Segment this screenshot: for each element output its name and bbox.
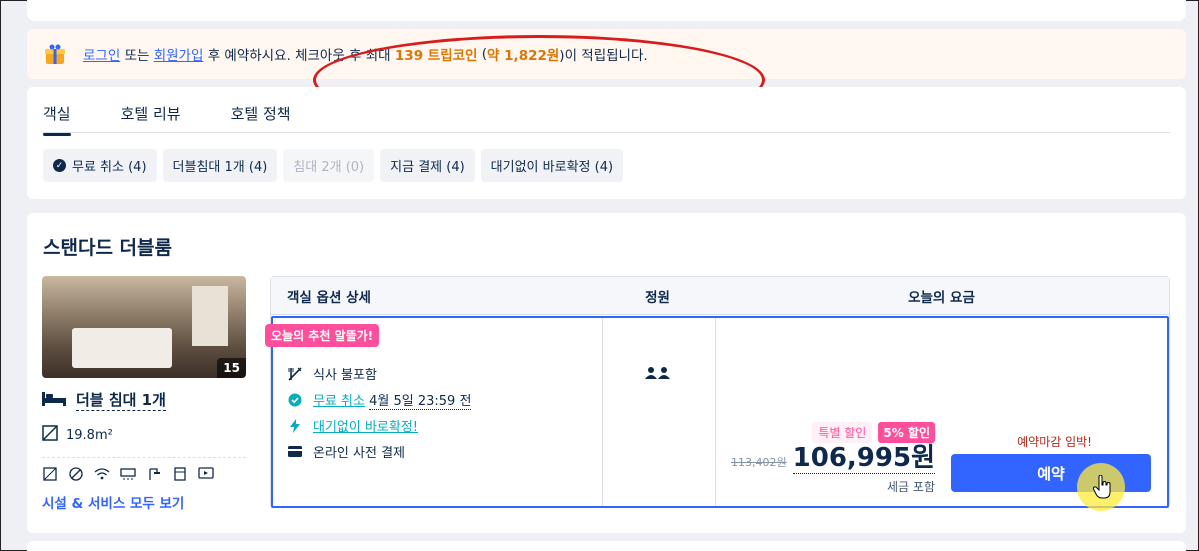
room-title: 스탠다드 더블룸 [43,237,172,259]
trip-coin-amount: 139 트립코인 [394,48,478,64]
filter-two-beds: 침대 2개 (0) [283,149,375,182]
amenity-icons [42,466,214,482]
free-cancel-link[interactable]: 무료 취소 [313,394,365,409]
check-circle-icon [287,392,303,408]
current-price[interactable]: 106,995원 [792,444,935,474]
header-price: 오늘의 요금 [908,289,975,306]
rate-table: 객실 옵션 상세 정원 오늘의 요금 오늘의 추천 알뜰가! 식사 불포함 무료… [265,276,1170,508]
header-option: 객실 옵션 상세 [287,289,371,306]
filter-label: 더블침대 1개 (4) [172,160,268,175]
credit-card-icon [287,444,303,460]
payment-text: 온라인 사전 결제 [313,446,405,461]
cancel-deadline: 4월 5일 23:59 전 [369,394,472,410]
room-size-icon [42,466,58,482]
tax-included: 세금 포함 [887,480,935,494]
lightning-icon [287,418,303,434]
previous-card [27,0,1186,21]
bed-info: 더블 침대 1개 [42,389,166,411]
hand-cursor-icon [1092,474,1113,504]
cancel-info: 무료 취소 4월 5일 23:59 전 [287,390,472,410]
room-size: 19.8m² [42,425,113,445]
instant-confirm-link[interactable]: 대기없이 바로확정! [313,416,418,435]
room-photo[interactable]: 15 [42,276,246,378]
filter-chips: ✓ 무료 취소 (4) 더블침대 1개 (4) 침대 2개 (0) 지금 결제 … [43,149,624,182]
filter-label: 지금 결제 (4) [390,160,465,175]
header-capacity: 정원 [645,289,670,306]
instant-confirm-info: 대기없이 바로확정! [287,416,418,435]
tab-reviews[interactable]: 호텔 리뷰 [121,103,181,134]
room-size-value: 19.8m² [66,427,113,443]
two-guests-icon [645,366,671,384]
table-header: 객실 옵션 상세 정원 오늘의 요금 [271,277,1169,315]
filter-label: 대기없이 바로확정 (4) [490,160,614,175]
filter-instant-confirm[interactable]: 대기없이 바로확정 (4) [480,149,624,182]
payment-info: 온라인 사전 결제 [287,442,405,461]
promo-text-b: )이 적립됩니다. [559,48,648,64]
rate-row: 오늘의 추천 알뜰가! 식사 불포함 무료 취소 4월 5일 23:59 전 대… [265,316,1169,508]
promo-text-a: 후 예약하시요. 체크아웃 후 최대 [207,48,391,64]
no-smoking-icon [68,466,84,482]
tab-rooms[interactable]: 객실 [43,103,71,136]
discount-badges: 특별 할인 5% 할인 [812,422,935,443]
capacity-cell [603,318,716,506]
room-photo-bed [72,328,172,368]
urgent-notice: 예약마감 임박! [1017,435,1092,449]
filter-pay-now[interactable]: 지금 결제 (4) [380,149,475,182]
room-photo-window [192,286,228,346]
option-cell: 오늘의 추천 알뜰가! 식사 불포함 무료 취소 4월 5일 23:59 전 대… [265,318,603,506]
original-price: 113,402원 [731,456,787,469]
price-row: 113,402원 106,995원 [731,444,935,474]
filter-free-cancel[interactable]: ✓ 무료 취소 (4) [43,149,157,182]
krw-amount: 약 1,822원 [487,48,560,64]
filter-label: 무료 취소 (4) [72,160,147,175]
next-card [27,541,1186,551]
photo-count: 15 [217,358,246,378]
tab-bar: 객실 호텔 리뷰 호텔 정책 [43,103,341,136]
room-card: 스탠다드 더블룸 15 더블 침대 1개 19.8m² 시설 & 서비스 모두 … [27,213,1186,533]
meal-info: 식사 불포함 [287,364,377,383]
fork-knife-icon [287,366,303,382]
check-icon: ✓ [53,159,66,172]
divider [42,457,246,458]
recommend-badge: 오늘의 추천 알뜰가! [265,324,380,347]
room-filter-panel: 객실 호텔 리뷰 호텔 정책 ✓ 무료 취소 (4) 더블침대 1개 (4) 침… [27,87,1186,199]
login-link[interactable]: 로그인 [83,44,120,64]
filter-double-bed[interactable]: 더블침대 1개 (4) [162,149,278,182]
promo-banner: 로그인 또는 회원가입 후 예약하시요. 체크아웃 후 최대 139 트립코인 … [27,29,1186,125]
bed-icon [42,390,66,410]
tab-policy[interactable]: 호텔 정책 [231,103,291,134]
see-all-amenities-link[interactable]: 시설 & 서비스 모두 보기 [42,492,184,512]
shower-icon [146,466,162,482]
meal-text: 식사 불포함 [313,368,377,383]
tv-icon [198,466,214,482]
discount-percent: 5% 할인 [878,422,935,443]
signup-link[interactable]: 회원가입 [154,44,204,64]
room-size-icon [42,425,58,445]
gift-icon [43,42,67,66]
wifi-icon [94,466,110,482]
special-discount-label: 특별 할인 [812,422,873,443]
tab-divider [43,132,1170,133]
filter-label: 침대 2개 (0) [293,160,365,175]
bed-text[interactable]: 더블 침대 1개 [76,389,166,411]
fridge-icon [172,466,188,482]
aircon-icon [120,466,136,482]
promo-or: 또는 [124,48,150,64]
